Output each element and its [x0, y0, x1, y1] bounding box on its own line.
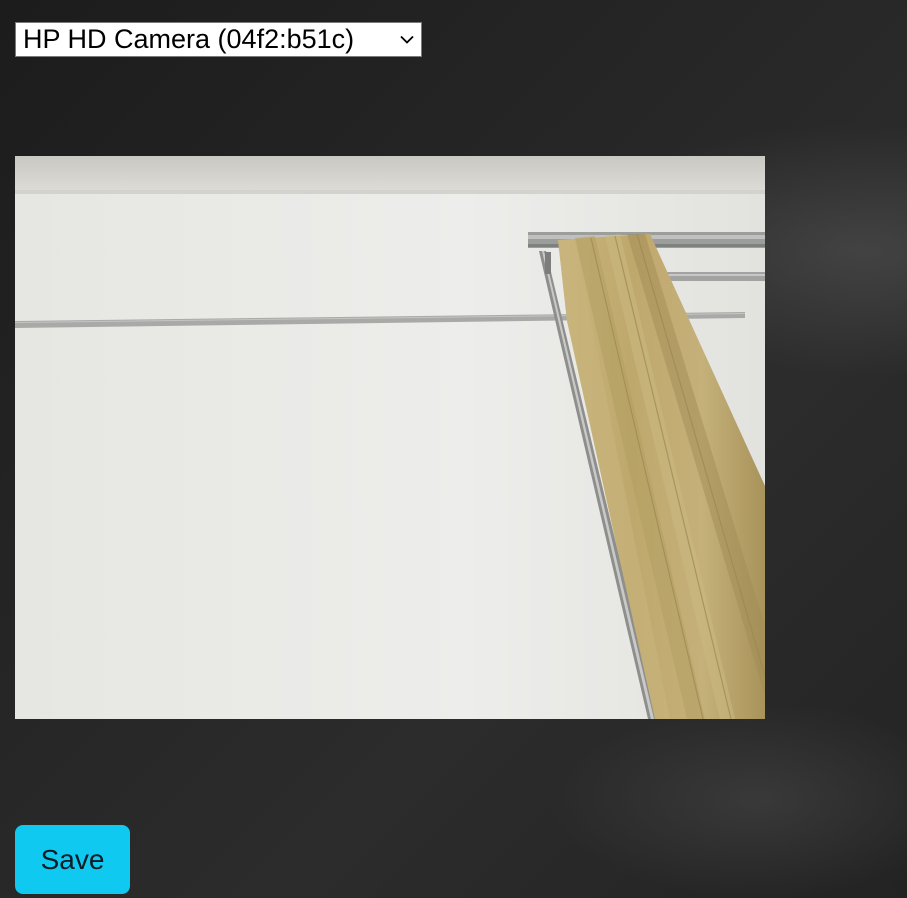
save-button[interactable]: Save — [15, 825, 130, 894]
camera-select[interactable]: HP HD Camera (04f2:b51c) — [15, 22, 422, 57]
camera-preview — [15, 156, 765, 719]
chevron-down-icon — [399, 34, 415, 46]
camera-select-value: HP HD Camera (04f2:b51c) — [23, 24, 355, 54]
